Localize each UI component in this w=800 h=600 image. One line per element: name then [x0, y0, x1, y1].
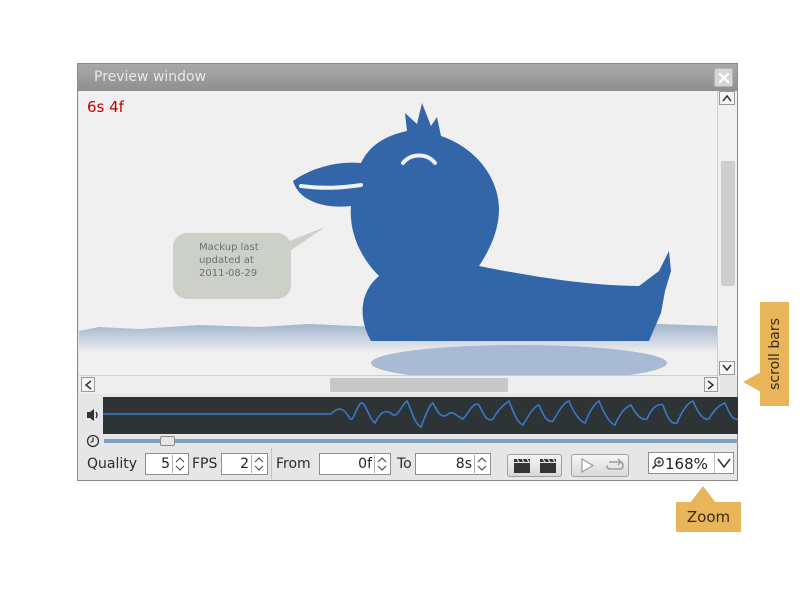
callout-pointer-left	[743, 372, 761, 392]
speech-line-3: 2011-08-29	[199, 268, 258, 279]
waveform-line	[103, 399, 739, 428]
fps-label: FPS	[192, 456, 218, 472]
zoom-callout-label: Zoom	[686, 508, 731, 526]
scroll-bars-callout-label: scroll bars	[766, 318, 783, 390]
preview-canvas[interactable]: 6s 4f Mackup last updated at 2011-08-29	[79, 91, 717, 375]
to-stepper[interactable]	[474, 455, 489, 473]
zoom-dropdown-button[interactable]	[714, 453, 733, 473]
audio-waveform[interactable]	[103, 397, 739, 434]
clapperboard-icon	[514, 458, 530, 473]
stepper-arrows-icon	[175, 457, 185, 471]
duck-illustration	[79, 103, 717, 375]
from-label: From	[276, 456, 311, 472]
horizontal-scrollbar[interactable]	[79, 375, 720, 394]
to-label: To	[397, 456, 412, 472]
preview-window: Preview window 6s 4f Mackup last updated…	[77, 63, 739, 481]
close-icon	[718, 72, 729, 83]
speech-bubble-text: Mackup last updated at 2011-08-29	[173, 241, 291, 280]
clapper-buttons	[507, 454, 562, 477]
vertical-scroll-thumb[interactable]	[721, 161, 735, 286]
to-value: 8s	[455, 456, 472, 472]
set-start-button[interactable]	[510, 456, 535, 475]
callout-pointer-up	[690, 486, 716, 503]
frame-counter: 6s 4f	[87, 98, 124, 116]
horizontal-scroll-thumb[interactable]	[330, 378, 508, 392]
toolbar-separator	[271, 448, 272, 479]
title-bar[interactable]: Preview window	[78, 64, 737, 91]
chevron-right-icon	[707, 379, 715, 390]
quality-spinbox[interactable]: 5	[145, 453, 189, 475]
stepper-arrows-icon	[254, 457, 264, 471]
chevron-down-icon	[717, 458, 731, 469]
from-stepper[interactable]	[374, 455, 389, 473]
speaker-icon[interactable]	[85, 407, 101, 423]
chevron-left-icon	[84, 379, 92, 390]
quality-stepper[interactable]	[172, 455, 187, 473]
quality-label: Quality	[87, 456, 138, 472]
quality-value: 5	[161, 456, 170, 472]
vertical-scrollbar[interactable]	[717, 91, 737, 375]
play-icon	[581, 457, 595, 474]
zoom-in-icon	[651, 457, 664, 470]
scroll-down-button[interactable]	[719, 361, 735, 375]
play-button[interactable]	[574, 456, 600, 475]
timeline-slider[interactable]	[104, 439, 738, 443]
set-end-button[interactable]	[536, 456, 561, 475]
clock-icon	[86, 434, 100, 448]
speech-line-2: updated at	[199, 255, 254, 266]
from-spinbox[interactable]: 0f	[319, 453, 391, 475]
timeline-slider-handle[interactable]	[159, 436, 175, 446]
scroll-up-button[interactable]	[719, 91, 735, 105]
loop-icon	[606, 458, 624, 470]
window-title: Preview window	[94, 69, 207, 85]
zoom-select[interactable]: 168%	[648, 452, 734, 474]
fps-value: 2	[240, 456, 249, 472]
fps-spinbox[interactable]: 2	[221, 453, 268, 475]
to-spinbox[interactable]: 8s	[415, 453, 491, 475]
chevron-down-icon	[722, 364, 732, 372]
speech-bubble: Mackup last updated at 2011-08-29	[173, 233, 291, 299]
zoom-callout: Zoom	[676, 502, 741, 532]
from-value: 0f	[358, 456, 372, 472]
chevron-up-icon	[722, 94, 732, 102]
playback-buttons	[571, 454, 629, 477]
stepper-arrows-icon	[477, 457, 487, 471]
zoom-value: 168%	[665, 455, 708, 473]
scroll-left-button[interactable]	[81, 377, 95, 392]
close-button[interactable]	[714, 68, 733, 87]
scroll-bars-callout: scroll bars	[760, 302, 789, 406]
speech-line-1: Mackup last	[199, 242, 259, 253]
stepper-arrows-icon	[377, 457, 387, 471]
clapperboard-icon	[540, 458, 556, 473]
fps-stepper[interactable]	[251, 455, 266, 473]
loop-button[interactable]	[602, 456, 628, 475]
scroll-right-button[interactable]	[704, 377, 718, 392]
